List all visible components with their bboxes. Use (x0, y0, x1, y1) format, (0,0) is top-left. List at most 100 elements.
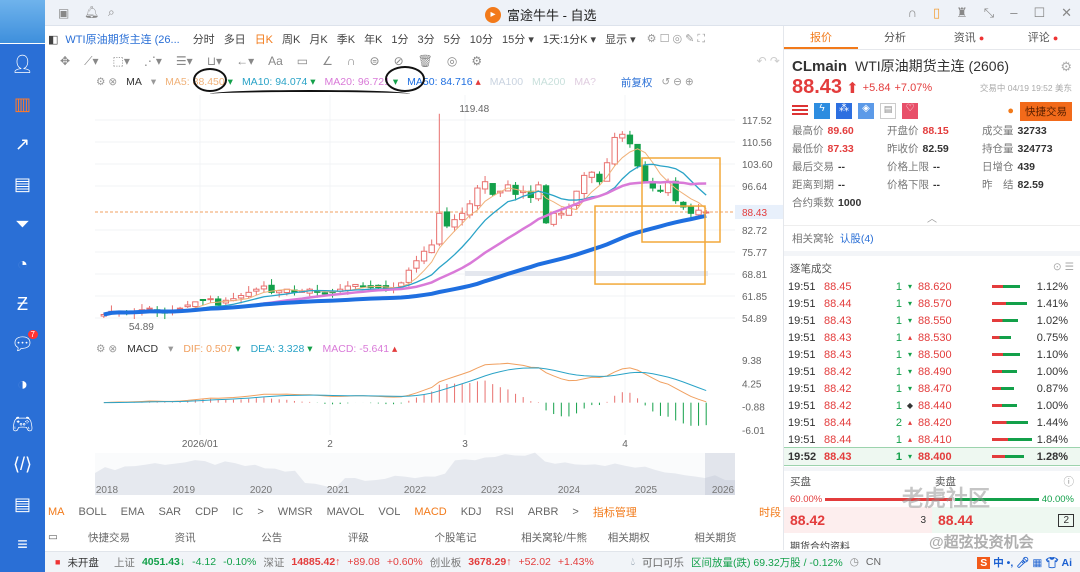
undo-redo-icons[interactable]: ↶ ↷ (757, 54, 780, 68)
period-tab[interactable]: 显示 ▾ (605, 31, 636, 47)
sidebar-game-icon[interactable]: 🎮︎ (0, 404, 45, 444)
pin-icon[interactable]: ⤡ (984, 5, 994, 21)
tick-row[interactable]: 19:51 88.45 1 ▾ 88.620 1.12% (784, 278, 1080, 295)
tick-row[interactable]: 19:51 88.43 1 ▾ 88.500 1.10% (784, 346, 1080, 363)
sz-index[interactable]: 14885.42↑ (291, 556, 340, 568)
people-icon[interactable]: ⁂ (836, 103, 852, 119)
indicator-tab[interactable]: WMSR (278, 506, 313, 518)
period-tab[interactable]: 日K (255, 31, 273, 47)
sidebar-chart-icon[interactable]: ▥ (0, 84, 45, 124)
settings-icon[interactable]: ⚙ (1060, 59, 1072, 75)
tick-row[interactable]: 19:51 88.42 1 ▾ 88.490 1.00% (784, 363, 1080, 380)
sidebar-code-icon[interactable]: ⟨/⟩ (0, 444, 45, 484)
contract-info-link[interactable]: 期货合约资料 (784, 533, 1080, 549)
period-tab[interactable]: 5分 (444, 31, 461, 47)
period-tab[interactable]: 年K (364, 31, 382, 47)
period-tab[interactable]: 周K (282, 31, 300, 47)
kline-chart[interactable]: 117.52 110.56 103.60 96.64 88.43 82.72 75.77 68… (45, 95, 783, 500)
period-tab[interactable]: 3分 (418, 31, 435, 47)
related-link[interactable]: 公告 (261, 530, 348, 545)
sidebar-stats-icon[interactable]: ▤ (0, 164, 45, 204)
tab-analysis[interactable]: 分析 (858, 26, 932, 49)
text-tool-icon[interactable]: Aa (268, 54, 283, 68)
indicator-tab[interactable]: > (257, 506, 263, 518)
indicator-tab[interactable]: IC (232, 506, 243, 518)
sidebar-chat-icon[interactable]: 💬︎ 7 (0, 324, 45, 364)
indicator-tab[interactable]: RSI (496, 506, 514, 518)
related-link[interactable]: 相关窝轮/牛熊 (521, 530, 608, 545)
period-tab[interactable]: 10分 (470, 31, 493, 47)
indicator-tab[interactable]: VOL (378, 506, 400, 518)
ma-indicator-name[interactable]: MA (126, 76, 142, 88)
indicator-tab[interactable]: EMA (121, 506, 145, 518)
layers-icon[interactable]: ◎ (447, 54, 457, 68)
related-link[interactable]: 个股笔记 (435, 530, 522, 545)
tick-row[interactable]: 19:51 88.42 1 ◆ 88.440 1.00% (784, 397, 1080, 414)
period-tab[interactable]: 多日 (224, 31, 246, 47)
ticks-options-icons[interactable]: ⊙ ☰ (1053, 261, 1074, 276)
period-tab[interactable]: 1天:1分K ▾ (543, 31, 596, 47)
chart-tools-icons[interactable]: ⚙ ☐ ◎ ✎ ⛶ (647, 32, 705, 46)
indicator-tab[interactable]: MAVOL (327, 506, 365, 518)
adjust-selector[interactable]: 前复权 (621, 75, 653, 90)
tab-quote[interactable]: 报价 (784, 26, 858, 49)
panel-toggle-icon[interactable]: ◧ (48, 33, 58, 46)
related-link[interactable]: 资讯 (175, 530, 262, 545)
sidebar-user-icon[interactable]: 👤︎ (0, 44, 45, 84)
collapse-icon[interactable]: ︿ (784, 210, 1080, 225)
angle-tool-icon[interactable]: ∠ (322, 54, 333, 68)
related-link[interactable]: 快捷交易 (88, 530, 175, 545)
tick-row[interactable]: 19:51 88.44 2 ▴ 88.420 1.44% (784, 414, 1080, 431)
ask-price[interactable]: 88.44 (938, 512, 973, 528)
tag-icon[interactable]: ◈ (858, 103, 874, 119)
favorite-icon[interactable]: ♡ (902, 103, 918, 119)
info-icon[interactable]: ⓘ (1064, 474, 1075, 489)
ime-toolbar-icons[interactable]: S 中 •, 🎤︎ ▦ 👕︎ Ai (977, 555, 1072, 570)
headset-icon[interactable]: ∩ (908, 5, 917, 21)
tick-row[interactable]: 19:51 88.44 1 ▴ 88.410 1.84% (784, 431, 1080, 448)
macd-settings-icon[interactable]: ⚙ ⊗ (96, 343, 117, 355)
cy-index[interactable]: 3678.29↑ (468, 556, 511, 568)
layout-icon[interactable]: ▣ (58, 6, 69, 20)
line-tool-icon[interactable]: ⟋▾ (84, 54, 98, 69)
period-tab[interactable]: 季K (337, 31, 355, 47)
arrow-tool-icon[interactable]: ←▾ (236, 54, 254, 68)
period-button[interactable]: 时段 (759, 504, 781, 520)
wave-tool-icon[interactable]: ⋰▾ (144, 54, 162, 68)
quick-trade-button[interactable]: 快捷交易 (1020, 101, 1072, 121)
sh-index[interactable]: 4051.43↓ (142, 556, 185, 568)
app-logo[interactable] (0, 0, 45, 44)
search-icon[interactable]: ⌕ (108, 5, 115, 20)
symbol-selector[interactable]: WTI原油期货主连 (26... (65, 31, 179, 47)
trash-icon[interactable]: 🗑︎ (418, 54, 433, 68)
shirt-icon[interactable]: ♜ (956, 5, 968, 21)
clipboard-icon[interactable]: ▯ (933, 5, 940, 21)
period-tab[interactable]: 月K (309, 31, 327, 47)
tick-row[interactable]: 19:51 88.42 1 ▾ 88.470 0.87% (784, 380, 1080, 397)
period-tab[interactable]: 分时 (193, 31, 215, 47)
sidebar-doc-icon[interactable]: ▤ (0, 484, 45, 524)
region-label[interactable]: CN (866, 556, 881, 568)
bid-price[interactable]: 88.42 (790, 512, 825, 528)
tick-row[interactable]: 19:51 88.43 1 ▴ 88.530 0.75% (784, 329, 1080, 346)
zoom-controls-icons[interactable]: ↺ ⊖ ⊕ (661, 76, 693, 88)
rect-tool-icon[interactable]: ⬚▾ (113, 54, 130, 68)
note-icon[interactable]: ▤ (880, 103, 896, 119)
magnet-icon[interactable]: ∩ (347, 54, 356, 68)
move-icon[interactable]: ✥ (60, 54, 70, 68)
tick-row[interactable]: 19:51 88.44 1 ▾ 88.570 1.41% (784, 295, 1080, 312)
alert-stock[interactable]: 可口可乐 (642, 555, 684, 570)
tab-news[interactable]: 资讯 ● (932, 26, 1006, 49)
sidebar-swap-icon[interactable]: Ƶ (0, 284, 45, 324)
tick-list[interactable]: 19:51 88.45 1 ▾ 88.620 1.12% 19:51 88.44 1 ▾ 88.57… (784, 278, 1080, 466)
close-button[interactable]: ✕ (1061, 5, 1072, 21)
indicator-tab[interactable]: > (572, 506, 578, 518)
measure-tool-icon[interactable]: ⊔▾ (207, 54, 222, 68)
sidebar-pie-icon[interactable]: ◔ (0, 244, 45, 284)
sidebar-clock-icon[interactable]: ◑ (0, 364, 45, 404)
maximize-button[interactable]: ☐ (1033, 5, 1045, 21)
collapse-panel-icon[interactable]: ▭ (48, 531, 88, 543)
sidebar-filter-icon[interactable]: ⏷ (0, 204, 45, 244)
macd-name[interactable]: MACD (127, 343, 158, 355)
indicator-tab[interactable]: BOLL (79, 506, 107, 518)
